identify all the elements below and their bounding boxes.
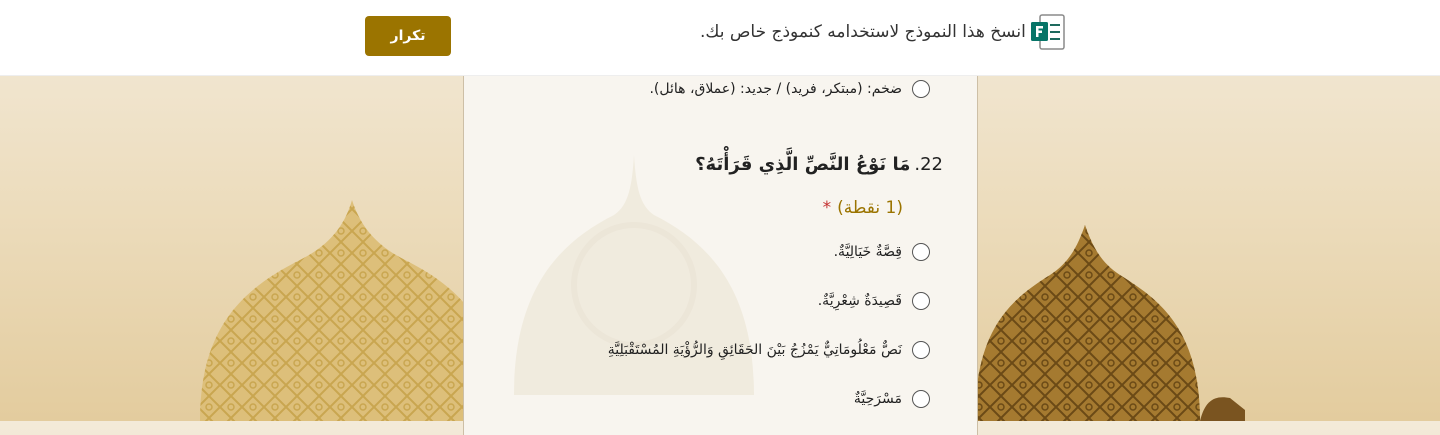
radio-button[interactable] bbox=[912, 341, 930, 359]
question-text: مَا نَوْعُ النَّصِّ الَّذِي قَرَأْتَهُ؟ bbox=[695, 154, 911, 175]
option-1[interactable]: قِصَّةٌ خَيَالِيَّةٌ. bbox=[834, 240, 930, 264]
option-3[interactable]: نَصٌّ مَعْلُومَاتِيٌّ يَمْزُجُ بَيْنَ ال… bbox=[608, 338, 930, 362]
option-label: قِصَّةٌ خَيَالِيَّةٌ. bbox=[833, 244, 902, 260]
points-label: (1 نقطة) bbox=[837, 198, 903, 218]
option-label: مَسْرَحِيَّةٌ bbox=[853, 391, 902, 407]
question-points: (1 نقطة) * bbox=[823, 198, 903, 218]
option-2[interactable]: قَصِيدَةٌ شِعْرِيَّةٌ. bbox=[818, 289, 930, 313]
microsoft-forms-icon bbox=[1030, 14, 1065, 50]
question-number: 22. bbox=[914, 154, 943, 175]
watermark-dome bbox=[514, 155, 754, 395]
radio-button[interactable] bbox=[912, 390, 930, 408]
radio-button[interactable] bbox=[912, 243, 930, 261]
required-mark: * bbox=[822, 198, 832, 218]
option-4[interactable]: مَسْرَحِيَّةٌ bbox=[854, 387, 930, 411]
option-label: نَصٌّ مَعْلُومَاتِيٌّ يَمْزُجُ بَيْنَ ال… bbox=[607, 342, 902, 358]
radio-button[interactable] bbox=[912, 80, 930, 98]
form-panel: ضخم: (مبتكر، فريد) / جديد: (عملاق، هائل)… bbox=[463, 75, 978, 435]
radio-button[interactable] bbox=[912, 292, 930, 310]
option-label: قَصِيدَةٌ شِعْرِيَّةٌ. bbox=[817, 293, 902, 309]
copy-form-text: انسخ هذا النموذج لاستخدامه كنموذج خاص بك… bbox=[700, 22, 1026, 42]
copy-form-notice: انسخ هذا النموذج لاستخدامه كنموذج خاص بك… bbox=[700, 12, 1100, 52]
question-22: 22. مَا نَوْعُ النَّصِّ الَّذِي قَرَأْتَ… bbox=[695, 154, 943, 175]
option-label: ضخم: (مبتكر، فريد) / جديد: (عملاق، هائل)… bbox=[649, 81, 902, 97]
option-previous[interactable]: ضخم: (مبتكر، فريد) / جديد: (عملاق، هائل)… bbox=[649, 77, 930, 101]
duplicate-button[interactable]: تكرار bbox=[365, 16, 451, 56]
copy-form-banner: انسخ هذا النموذج لاستخدامه كنموذج خاص بك… bbox=[0, 0, 1440, 76]
